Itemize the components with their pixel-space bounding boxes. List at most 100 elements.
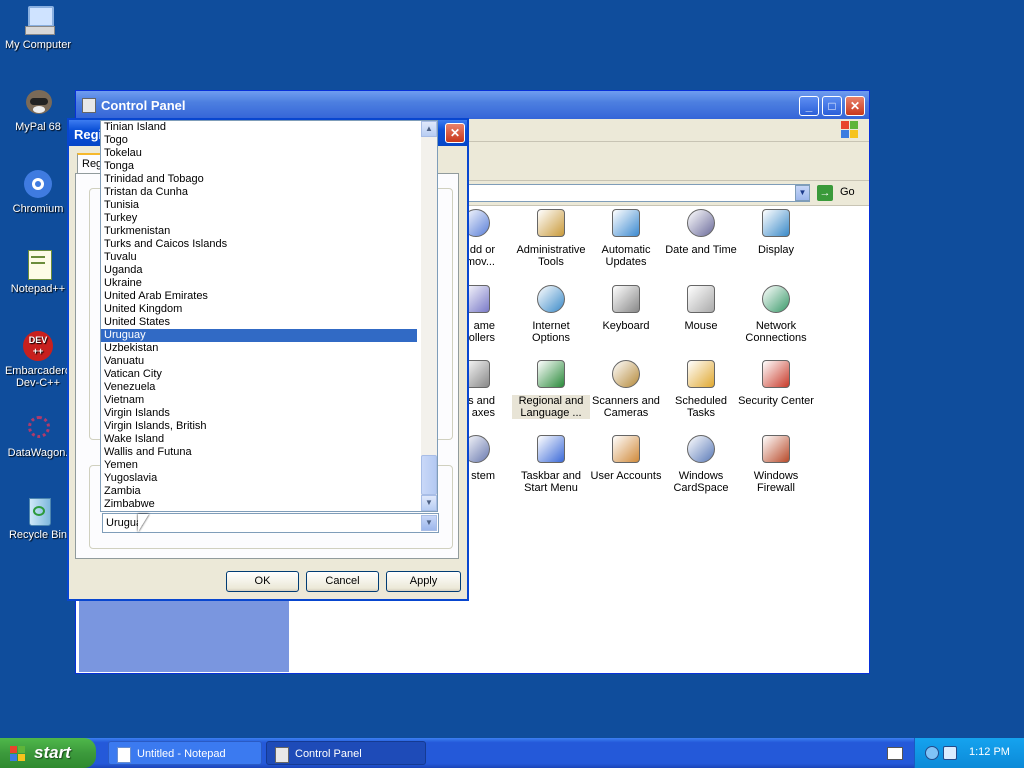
cp-item-date-time[interactable]: Date and Time [662,206,740,256]
list-item[interactable]: Vatican City [101,368,417,381]
network-tray-icon[interactable] [925,746,939,760]
desktop-icon-label: DataWagon. [7,447,69,459]
cp-item-user-accounts[interactable]: User Accounts [587,432,665,482]
scroll-down-button[interactable]: ▼ [421,495,437,511]
list-item[interactable]: Wake Island [101,433,417,446]
minimize-button[interactable]: _ [799,96,819,116]
cp-item-security-center[interactable]: Security Center [737,357,815,407]
taskbar: start Untitled - Notepad Control Panel 1… [0,738,1024,768]
cp-item-label: Administrative Tools [516,244,586,268]
cardspace-icon [684,432,718,466]
ok-button[interactable]: OK [226,571,299,592]
list-item[interactable]: Tuvalu [101,251,417,264]
cancel-button[interactable]: Cancel [306,571,379,592]
display-icon [759,206,793,240]
cp-item-network[interactable]: Network Connections [737,282,815,344]
cp-item-keyboard[interactable]: Keyboard [587,282,665,332]
desktop-icon-label: Chromium [12,203,64,215]
desktop-icon-notepadpp[interactable]: Notepad++ [0,248,76,295]
list-item[interactable]: United States [101,316,417,329]
list-item[interactable]: Venezuela [101,381,417,394]
list-item[interactable]: Uruguay [101,329,417,342]
list-item[interactable]: Zimbabwe [101,498,417,511]
list-item[interactable]: Vanuatu [101,355,417,368]
cp-item-firewall[interactable]: Windows Firewall [737,432,815,494]
cp-item-globe[interactable]: Regional and Language ... [512,357,590,419]
scroll-thumb[interactable] [421,455,437,495]
scheduled-tasks-icon [684,357,718,391]
keyboard-icon [609,282,643,316]
list-item[interactable]: Vietnam [101,394,417,407]
list-item[interactable]: Turkey [101,212,417,225]
maximize-button[interactable]: □ [822,96,842,116]
list-item[interactable]: Togo [101,134,417,147]
desktop-icon-devcpp[interactable]: DEV ++ Embarcadero Dev-C++ [0,330,76,389]
control-panel-titlebar[interactable]: Control Panel _ □ ✕ [76,91,869,119]
list-item[interactable]: Turkmenistan [101,225,417,238]
list-item[interactable]: Zambia [101,485,417,498]
system-tray: 1:12 PM [914,738,1024,768]
address-input[interactable] [436,184,810,202]
list-item[interactable]: Tunisia [101,199,417,212]
list-item[interactable]: Tinian Island [101,121,417,134]
keyboard-tray-icon[interactable] [887,747,903,760]
cp-item-display[interactable]: Display [737,206,815,256]
cp-item-internet-options[interactable]: Internet Options [512,282,590,344]
list-item[interactable]: Turks and Caicos Islands [101,238,417,251]
list-item[interactable]: Virgin Islands, British [101,420,417,433]
dialog-close-button[interactable]: ✕ [445,123,465,143]
taskbar-button-notepad[interactable]: Untitled - Notepad [108,741,262,765]
list-item[interactable]: United Arab Emirates [101,290,417,303]
desktop-icon-mypal[interactable]: MyPal 68 [0,86,76,133]
list-item[interactable]: Trinidad and Tobago [101,173,417,186]
address-dropdown-button[interactable]: ▼ [795,185,810,201]
notepadpp-icon [22,248,54,280]
cp-item-admin-tools[interactable]: Administrative Tools [512,206,590,268]
cp-item-cardspace[interactable]: Windows CardSpace [662,432,740,494]
desktop-icon-recycle-bin[interactable]: Recycle Bin [0,494,76,541]
list-item[interactable]: Wallis and Futuna [101,446,417,459]
desktop-icon-datawagon[interactable]: DataWagon. [0,412,76,459]
cp-item-label: Windows CardSpace [673,470,729,494]
clock[interactable]: 1:12 PM [969,746,1010,758]
chevron-down-icon[interactable]: ▼ [421,515,437,531]
list-item[interactable]: Uganda [101,264,417,277]
desktop-icon-chromium[interactable]: Chromium [0,168,76,215]
start-button[interactable]: start [0,738,96,768]
go-label: Go [840,186,855,198]
list-item[interactable]: Yugoslavia [101,472,417,485]
cp-item-label: Security Center [738,395,814,407]
list-item[interactable]: Tokelau [101,147,417,160]
cp-item-label: User Accounts [590,470,662,482]
cp-item-scanner[interactable]: Scanners and Cameras [587,357,665,419]
list-item[interactable]: Tonga [101,160,417,173]
cp-item-scheduled-tasks[interactable]: Scheduled Tasks [662,357,740,419]
cp-item-mouse[interactable]: Mouse [662,282,740,332]
apply-button[interactable]: Apply [386,571,461,592]
firewall-icon [759,432,793,466]
desktop-icon-label: Recycle Bin [8,529,68,541]
country-dropdown-list[interactable]: Tinian Island Togo Tokelau Tonga Trinidad an… [100,120,438,512]
list-item[interactable]: Ukraine [101,277,417,290]
go-button[interactable]: → Go [816,184,860,202]
list-item[interactable]: Yemen [101,459,417,472]
list-item[interactable]: Virgin Islands [101,407,417,420]
scroll-up-button[interactable]: ▲ [421,121,437,137]
mypal-icon [22,86,54,118]
cp-item-label: Network Connections [745,320,807,344]
list-item[interactable]: Tristan da Cunha [101,186,417,199]
list-item[interactable]: Uzbekistan [101,342,417,355]
taskbar-button-control-panel[interactable]: Control Panel [266,741,426,765]
date-time-icon [684,206,718,240]
desktop-icon-my-computer[interactable]: My Computer [0,4,76,51]
desktop-icon-label: MyPal 68 [15,121,61,133]
cp-item-label: Internet Options [532,320,570,344]
location-dropdown[interactable]: Urugua ▼ [102,513,439,533]
list-item[interactable]: United Kingdom [101,303,417,316]
cp-item-label: Mouse [684,320,718,332]
close-button[interactable]: ✕ [845,96,865,116]
cp-item-taskbar[interactable]: Taskbar and Start Menu [512,432,590,494]
cp-item-automatic-updates[interactable]: Automatic Updates [587,206,665,268]
list-scrollbar[interactable]: ▲ ▼ [421,121,437,511]
volume-tray-icon[interactable] [943,746,957,760]
